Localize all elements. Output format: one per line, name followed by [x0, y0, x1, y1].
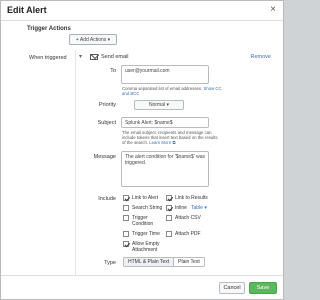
- checkbox-box[interactable]: [123, 195, 129, 201]
- checkbox-box[interactable]: [123, 215, 129, 221]
- email-type-toggle[interactable]: HTML & Plain Text Plain Text: [123, 257, 205, 267]
- subject-label: Subject: [97, 120, 116, 126]
- cancel-button[interactable]: Cancel: [219, 282, 245, 294]
- checkbox-box[interactable]: [166, 195, 172, 201]
- subject-help: The email subject, recipients and messag…: [122, 130, 218, 145]
- save-button[interactable]: Save: [249, 282, 277, 294]
- checkbox-label: Link to Results: [175, 195, 208, 201]
- attach-pdf-checkbox[interactable]: Attach PDF: [166, 231, 201, 237]
- dialog-header: Edit Alert ×: [1, 1, 283, 21]
- message-field[interactable]: The alert condition for '$name$' was tri…: [121, 151, 209, 187]
- attach-csv-checkbox[interactable]: Attach CSV: [166, 215, 201, 221]
- inline-format-dropdown[interactable]: Table ▾: [191, 205, 207, 211]
- checkbox-label: Trigger Condition: [132, 215, 154, 227]
- checkbox-box[interactable]: [166, 231, 172, 237]
- edit-alert-dialog: Edit Alert × Trigger Actions + Add Actio…: [0, 0, 284, 300]
- mail-icon: [90, 54, 98, 60]
- include-label: Include: [98, 196, 116, 202]
- send-email-action: ▾ Send email Remove To user@yourmail.com…: [75, 50, 275, 277]
- trigger-time-checkbox[interactable]: Trigger Time: [123, 231, 160, 237]
- type-label: Type: [104, 260, 116, 266]
- message-label: Message: [93, 154, 116, 160]
- checkbox-box[interactable]: [166, 205, 172, 211]
- priority-label: Priority: [98, 102, 116, 108]
- to-label: To: [110, 68, 116, 74]
- trigger-actions-title: Trigger Actions: [27, 26, 71, 32]
- type-html-plain-option[interactable]: HTML & Plain Text: [124, 258, 175, 266]
- dialog-title: Edit Alert: [7, 5, 47, 15]
- checkbox-label: Inline: [175, 205, 187, 211]
- to-field[interactable]: user@yourmail.com: [121, 65, 209, 84]
- checkbox-box[interactable]: [123, 205, 129, 211]
- type-plain-option[interactable]: Plain Text: [174, 258, 204, 266]
- learn-more-link[interactable]: Learn More ⧉: [149, 140, 175, 145]
- close-icon[interactable]: ×: [270, 4, 276, 16]
- checkbox-label: Search String: [132, 205, 163, 211]
- priority-dropdown[interactable]: Normal ▾: [134, 100, 184, 110]
- checkbox-box[interactable]: [166, 215, 172, 221]
- add-actions-button[interactable]: + Add Actions ▾: [69, 34, 117, 45]
- dialog-body[interactable]: Trigger Actions + Add Actions ▾ When tri…: [1, 22, 283, 277]
- checkbox-label: Trigger Time: [132, 231, 160, 237]
- chevron-down-icon[interactable]: ▾: [79, 53, 82, 60]
- link-to-alert-checkbox[interactable]: Link to Alert: [123, 195, 158, 201]
- checkbox-label: Attach PDF: [175, 231, 201, 237]
- when-triggered-label: When triggered: [29, 55, 67, 61]
- allow-empty-attachment-checkbox[interactable]: Allow Empty Attachment: [123, 241, 167, 253]
- checkbox-label: Allow Empty Attachment: [132, 241, 160, 253]
- subject-field[interactable]: Splunk Alert: $name$: [121, 117, 209, 128]
- search-string-checkbox[interactable]: Search String: [123, 205, 162, 211]
- checkbox-box[interactable]: [123, 241, 129, 247]
- to-help: Comma separated list of email addresses.…: [122, 86, 222, 96]
- link-to-results-checkbox[interactable]: Link to Results: [166, 195, 208, 201]
- inline-checkbox[interactable]: Inline: [166, 205, 187, 211]
- trigger-condition-checkbox[interactable]: Trigger Condition: [123, 215, 163, 227]
- checkbox-box[interactable]: [123, 231, 129, 237]
- checkbox-label: Link to Alert: [132, 195, 159, 201]
- checkbox-label: Attach CSV: [175, 215, 201, 221]
- dialog-footer: Cancel Save: [1, 275, 283, 299]
- remove-action-link[interactable]: Remove: [251, 54, 271, 60]
- action-name: Send email: [101, 54, 129, 60]
